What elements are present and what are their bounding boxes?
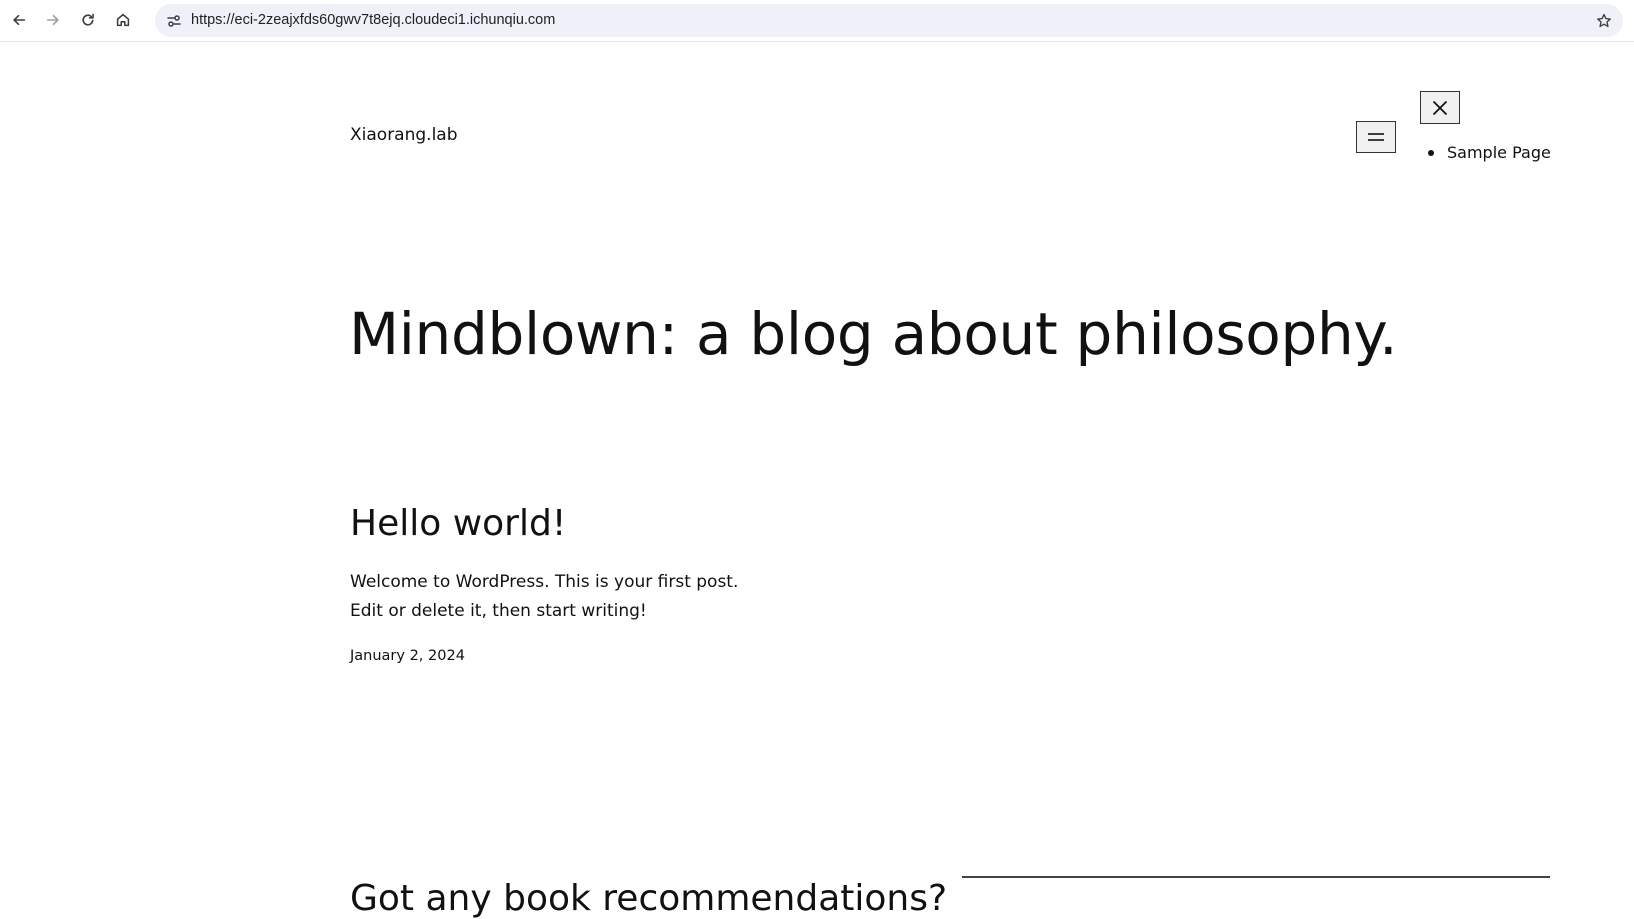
site-info-icon	[167, 15, 181, 27]
site-info-button[interactable]	[161, 8, 187, 34]
list-bullet	[1428, 149, 1434, 156]
address-bar[interactable]: https://eci-2zeajxfds60gwv7t8ejq.cloudec…	[155, 4, 1623, 37]
page-title: Mindblown: a blog about philosophy.	[349, 300, 1398, 368]
post-title-link[interactable]: Hello world!	[350, 503, 566, 544]
bookmark-star-icon	[1597, 13, 1611, 28]
post-date[interactable]: January 2, 2024	[350, 648, 465, 664]
close-menu-button[interactable]	[1420, 91, 1460, 124]
back-icon	[13, 14, 26, 26]
hamburger-menu-icon	[1368, 133, 1384, 141]
open-menu-button[interactable]	[1356, 121, 1396, 153]
browser-toolbar: https://eci-2zeajxfds60gwv7t8ejq.cloudec…	[0, 0, 1634, 42]
back-button[interactable]	[5, 6, 33, 34]
bookmark-button[interactable]	[1591, 8, 1617, 34]
forward-button[interactable]	[39, 6, 67, 34]
primary-navigation: Sample Page	[1428, 143, 1551, 162]
post-excerpt: Welcome to WordPress. This is your first…	[350, 572, 739, 621]
nav-link-sample-page[interactable]: Sample Page	[1447, 143, 1551, 162]
home-icon	[116, 13, 130, 27]
close-icon	[1432, 100, 1448, 115]
reload-icon	[82, 13, 94, 26]
url-text[interactable]: https://eci-2zeajxfds60gwv7t8ejq.cloudec…	[191, 12, 555, 28]
home-button[interactable]	[109, 6, 137, 34]
reload-button[interactable]	[74, 6, 102, 34]
nav-item-sample-page: Sample Page	[1428, 143, 1551, 162]
book-recommendations-heading: Got any book recommendations?	[350, 878, 948, 919]
forward-icon	[46, 14, 59, 26]
site-title[interactable]: Xiaorang.lab	[350, 125, 458, 145]
separator-line	[962, 876, 1550, 878]
